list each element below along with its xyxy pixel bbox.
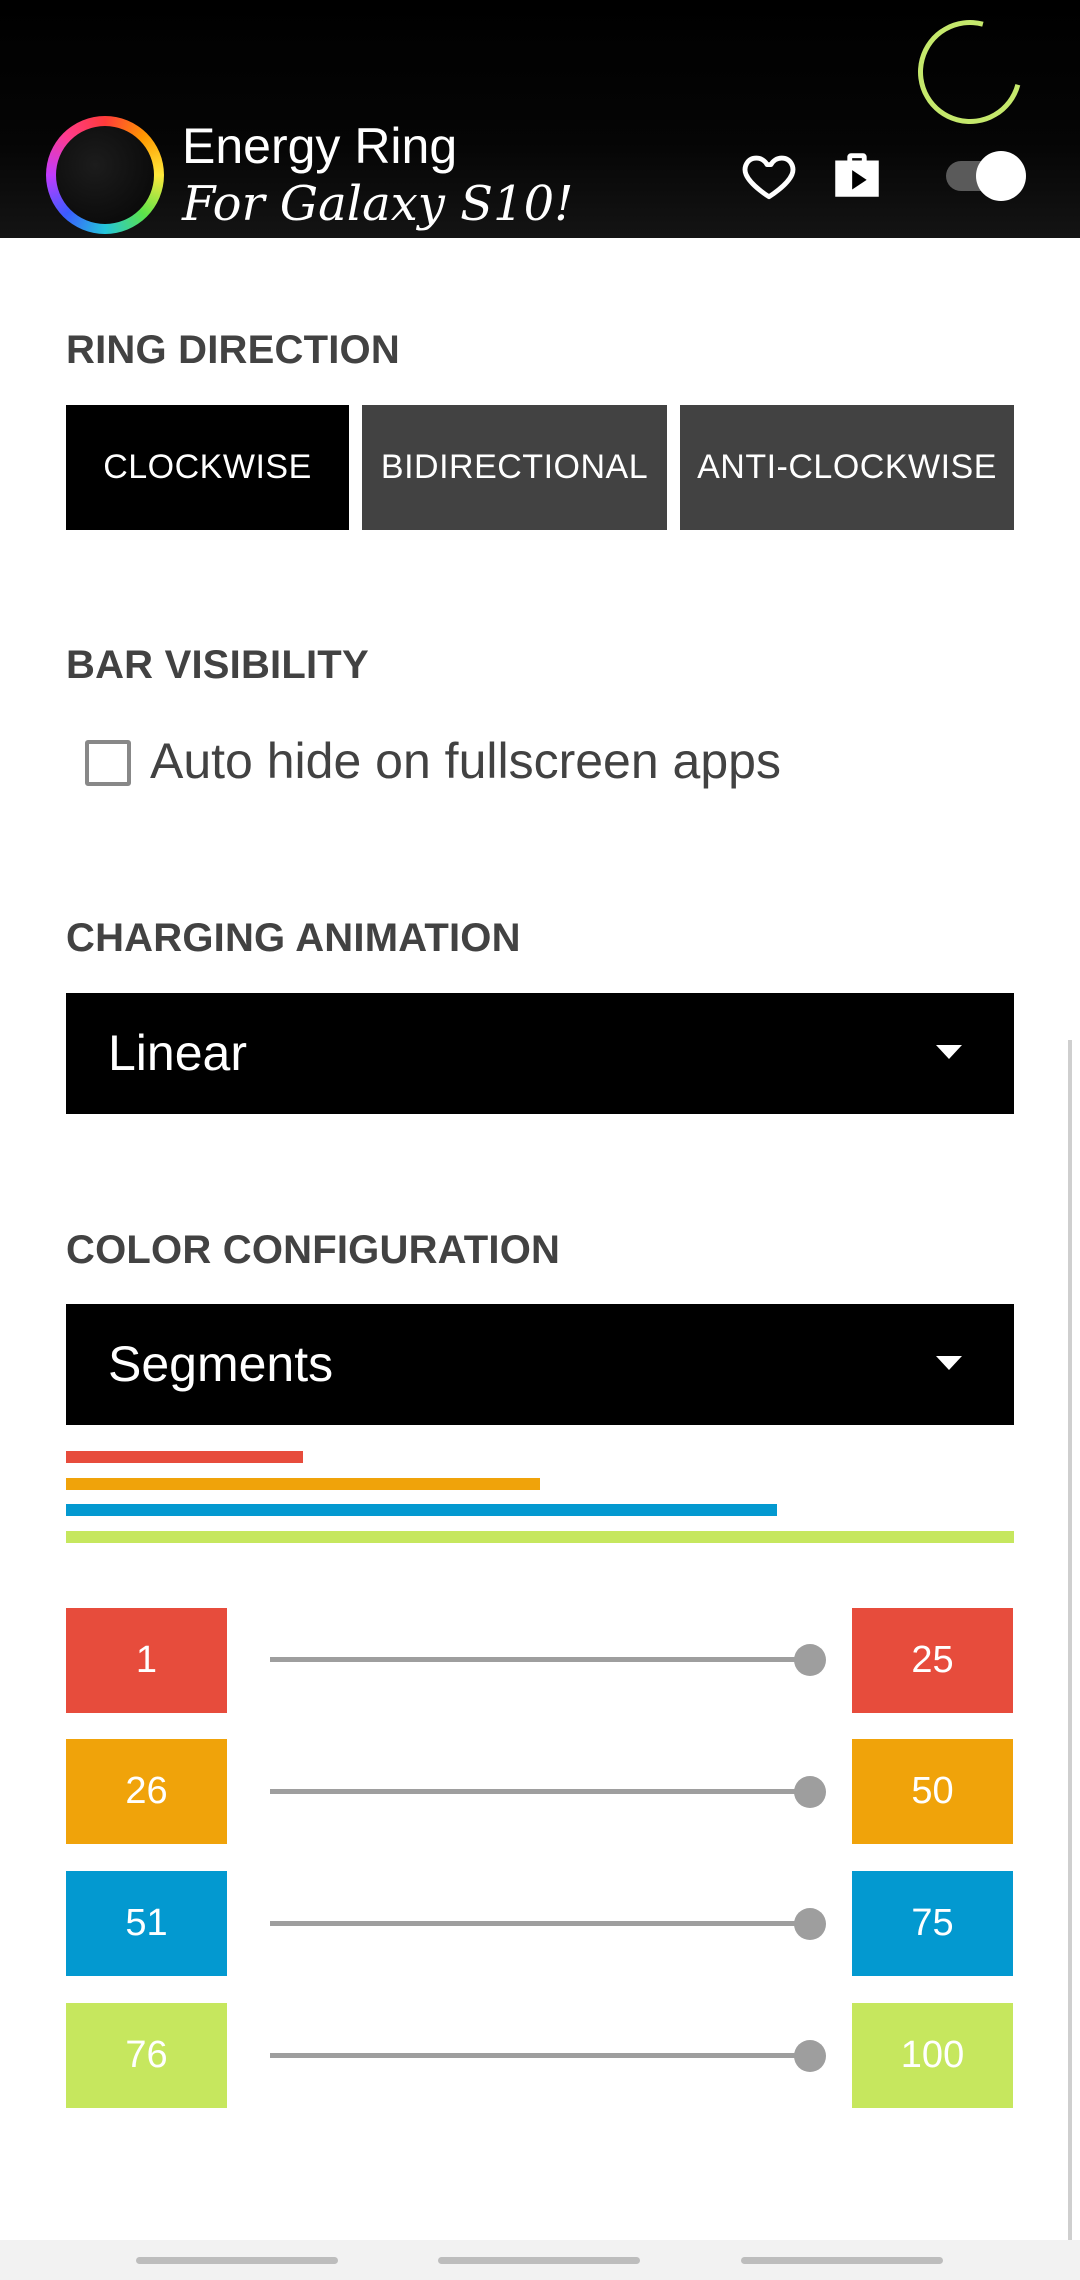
app-title: Energy Ring — [182, 118, 458, 174]
segment-4-slider[interactable] — [270, 2053, 810, 2058]
bar-visibility-title: BAR VISIBILITY — [66, 643, 369, 687]
anti-clockwise-button[interactable]: ANTI-CLOCKWISE — [680, 405, 1014, 530]
loading-ring-icon — [898, 0, 1042, 144]
segment-2-end[interactable]: 50 — [852, 1739, 1013, 1844]
app-header: Energy Ring For Galaxy S10! — [0, 0, 1080, 238]
segment-4-end[interactable]: 100 — [852, 2003, 1013, 2108]
segment-3-slider-thumb[interactable] — [794, 1908, 826, 1940]
energy-ring-logo-icon — [46, 116, 164, 234]
dropdown-value: Linear — [108, 1025, 247, 1081]
segment-preview-line-3 — [66, 1504, 777, 1516]
color-configuration-title: COLOR CONFIGURATION — [66, 1228, 561, 1272]
segment-4-start[interactable]: 76 — [66, 2003, 227, 2108]
dropdown-value: Segments — [108, 1336, 334, 1392]
caret-down-icon — [936, 1356, 962, 1370]
segment-2-start[interactable]: 26 — [66, 1739, 227, 1844]
clockwise-button[interactable]: CLOCKWISE — [66, 405, 349, 530]
nav-handle-right[interactable] — [741, 2257, 943, 2264]
segment-preview-line-2 — [66, 1478, 540, 1490]
segment-preview-line-1 — [66, 1451, 303, 1463]
scrollbar[interactable] — [1068, 1040, 1072, 2240]
toggle-thumb — [976, 151, 1026, 201]
charging-animation-title: CHARGING ANIMATION — [66, 916, 521, 960]
segment-3-slider[interactable] — [270, 1921, 810, 1926]
play-store-icon[interactable] — [828, 146, 886, 204]
master-toggle[interactable] — [946, 151, 1030, 201]
segment-1-slider-thumb[interactable] — [794, 1644, 826, 1676]
nav-handle-left[interactable] — [136, 2257, 338, 2264]
segment-preview-line-4 — [66, 1531, 1014, 1543]
caret-down-icon — [936, 1045, 962, 1059]
segment-4-slider-thumb[interactable] — [794, 2040, 826, 2072]
segment-1-slider[interactable] — [270, 1657, 810, 1662]
segment-1-end[interactable]: 25 — [852, 1608, 1013, 1713]
app-subtitle: For Galaxy S10! — [182, 176, 574, 232]
bidirectional-button[interactable]: BIDIRECTIONAL — [362, 405, 667, 530]
segment-1-start[interactable]: 1 — [66, 1608, 227, 1713]
logo-center — [56, 126, 154, 224]
ring-direction-title: RING DIRECTION — [66, 328, 400, 372]
color-configuration-dropdown[interactable]: Segments — [66, 1304, 1014, 1425]
auto-hide-label[interactable]: Auto hide on fullscreen apps — [150, 732, 781, 790]
segment-2-slider[interactable] — [270, 1789, 810, 1794]
nav-handle-center[interactable] — [438, 2257, 640, 2264]
charging-animation-dropdown[interactable]: Linear — [66, 993, 1014, 1114]
segment-3-start[interactable]: 51 — [66, 1871, 227, 1976]
segment-3-end[interactable]: 75 — [852, 1871, 1013, 1976]
heart-icon[interactable] — [740, 146, 798, 204]
navigation-bar — [0, 2240, 1080, 2280]
segment-2-slider-thumb[interactable] — [794, 1776, 826, 1808]
auto-hide-checkbox[interactable] — [85, 740, 131, 786]
